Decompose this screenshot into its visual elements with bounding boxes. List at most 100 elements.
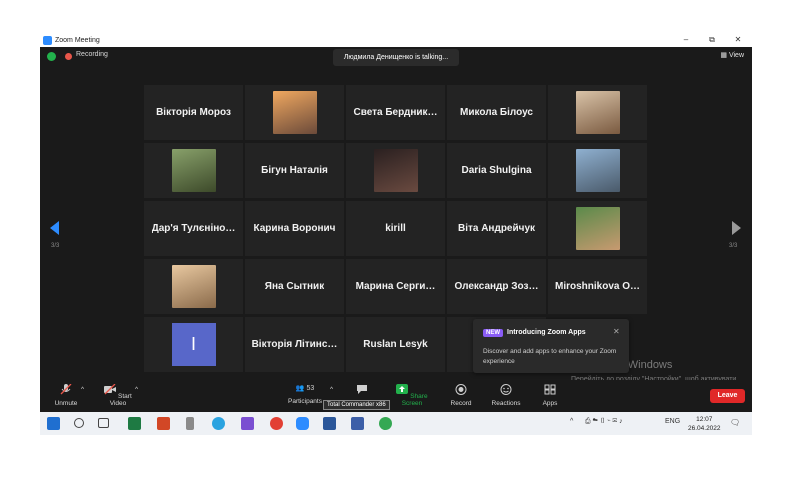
clock-time: 12:07: [696, 416, 713, 423]
participant-tile[interactable]: Микола Білоус: [447, 85, 546, 140]
participant-tile[interactable]: Олександр Зоз…: [447, 259, 546, 314]
participant-tile[interactable]: Яна Сытник: [245, 259, 344, 314]
video-off-icon: [104, 383, 117, 395]
minimize-button[interactable]: –: [676, 33, 696, 47]
clock-date: 26.04.2022: [688, 425, 721, 432]
participant-tile[interactable]: Miroshnikova O…: [548, 259, 647, 314]
participant-tile[interactable]: [245, 85, 344, 140]
keyboard-language[interactable]: ENG: [665, 418, 680, 425]
zoom-apps-toast: NEW Introducing Zoom Apps ✕ Discover and…: [473, 319, 629, 373]
participant-tile[interactable]: Марина Серги…: [346, 259, 445, 314]
participant-tile[interactable]: Карина Воронич: [245, 201, 344, 256]
page-indicator-left: 3/3: [51, 243, 60, 249]
video-options-icon[interactable]: ^: [135, 386, 138, 393]
participant-photo: [575, 207, 620, 250]
participant-name: Олександр Зоз…: [454, 281, 539, 292]
talking-indicator: Людмила Денищенко is talking...: [333, 49, 459, 66]
participant-tile[interactable]: kirill: [346, 201, 445, 256]
muted-microphone-icon: [60, 383, 72, 395]
participant-tile[interactable]: [144, 143, 243, 198]
participant-name: Вікторія Мороз: [156, 107, 231, 118]
next-page-icon[interactable]: [732, 221, 741, 235]
notifications-icon[interactable]: 🗨: [730, 418, 740, 427]
participant-name: Дар'я Тулєніно…: [151, 223, 236, 234]
chrome-profile-icon[interactable]: [379, 417, 392, 430]
share-screen-button[interactable]: Share Screen: [390, 384, 434, 407]
zoom-taskbar-icon[interactable]: [296, 417, 309, 430]
search-icon[interactable]: [74, 418, 84, 428]
telegram-icon[interactable]: [212, 417, 225, 430]
participant-tile[interactable]: Daria Shulgina: [447, 143, 546, 198]
zoom-logo-icon: [43, 35, 52, 45]
participant-tile[interactable]: [548, 143, 647, 198]
participant-name: Вікторія Літинс…: [251, 339, 338, 350]
reactions-smiley-icon: [500, 384, 512, 395]
meeting-toolbar: Unmute ^ Start Video ^ 👥 53 Participants…: [40, 380, 752, 412]
participant-photo: [171, 265, 216, 308]
participant-photo: [272, 91, 317, 134]
participant-tile[interactable]: [548, 85, 647, 140]
audio-options-icon[interactable]: ^: [81, 386, 84, 393]
chat-button[interactable]: [350, 384, 374, 400]
participant-photo: [373, 149, 418, 192]
participants-button[interactable]: 👥 53 Participants: [285, 384, 325, 405]
participant-tile[interactable]: Вікторія Літинс…: [245, 317, 344, 372]
close-button[interactable]: ✕: [728, 33, 748, 47]
participant-tile[interactable]: I: [144, 317, 243, 372]
total-commander-icon[interactable]: [351, 417, 364, 430]
share-screen-label: Share Screen: [401, 393, 428, 407]
participant-name: Miroshnikova O…: [554, 281, 640, 292]
restore-button[interactable]: ⧉: [702, 33, 722, 47]
powerpoint-icon[interactable]: [157, 417, 170, 430]
tray-chevron-icon[interactable]: ^: [570, 418, 573, 425]
security-shield-icon[interactable]: [47, 52, 56, 61]
excel-icon[interactable]: [128, 417, 141, 430]
participants-options-icon[interactable]: ^: [330, 386, 333, 393]
previous-page-icon[interactable]: [50, 221, 59, 235]
view-button[interactable]: ▦ View: [720, 51, 744, 59]
toast-body: Discover and add apps to enhance your Zo…: [483, 348, 617, 365]
record-button[interactable]: Record: [446, 384, 476, 407]
participants-icon: 👥: [295, 385, 305, 392]
tray-system-icons[interactable]: ⎙ ☁ ▯ ⌁ ✉ ♪: [585, 418, 623, 426]
word-icon[interactable]: [323, 417, 336, 430]
participant-tile[interactable]: [548, 201, 647, 256]
participant-name: Бігун Наталія: [261, 165, 328, 176]
usb-device-icon[interactable]: [186, 417, 194, 430]
leave-button[interactable]: Leave: [710, 389, 745, 403]
page-indicator-right: 3/3: [729, 243, 738, 249]
participant-tile[interactable]: Вікторія Мороз: [144, 85, 243, 140]
participant-tile[interactable]: Бігун Наталія: [245, 143, 344, 198]
recording-label: Recording: [76, 51, 108, 58]
toast-close-icon[interactable]: ✕: [613, 327, 620, 336]
record-icon: [455, 384, 467, 395]
participant-avatar: I: [171, 323, 216, 366]
chrome-icon[interactable]: [270, 417, 283, 430]
participant-tile[interactable]: Віта Андрейчук: [447, 201, 546, 256]
apps-icon: [544, 384, 556, 395]
toast-title: Introducing Zoom Apps: [507, 329, 586, 336]
windows-start-icon[interactable]: [47, 417, 60, 430]
participant-name: kirill: [385, 223, 406, 234]
participant-photo: [575, 91, 620, 134]
meeting-top-bar: Recording Людмила Денищенко is talking..…: [40, 47, 752, 67]
participant-tile[interactable]: Ruslan Lesyk: [346, 317, 445, 372]
participants-count: 53: [306, 385, 315, 392]
participant-tile[interactable]: [346, 143, 445, 198]
viber-icon[interactable]: [241, 417, 254, 430]
clock[interactable]: 12:07 26.04.2022: [688, 415, 721, 433]
record-label: Record: [450, 400, 472, 407]
unmute-button[interactable]: Unmute: [50, 383, 82, 407]
participant-tile[interactable]: Света Бердник…: [346, 85, 445, 140]
start-video-label: Start Video: [109, 393, 132, 407]
reactions-button[interactable]: Reactions: [488, 384, 524, 407]
start-video-button[interactable]: Start Video: [98, 383, 138, 407]
participant-photo: [171, 149, 216, 192]
apps-label: Apps: [542, 400, 558, 407]
task-view-icon[interactable]: [98, 418, 109, 428]
zoom-window: Zoom Meeting – ⧉ ✕ Recording Людмила Ден…: [40, 33, 752, 435]
apps-button[interactable]: Apps: [536, 384, 564, 407]
participant-tile[interactable]: [144, 259, 243, 314]
participant-tile[interactable]: Дар'я Тулєніно…: [144, 201, 243, 256]
participant-name: Карина Воронич: [253, 223, 336, 234]
